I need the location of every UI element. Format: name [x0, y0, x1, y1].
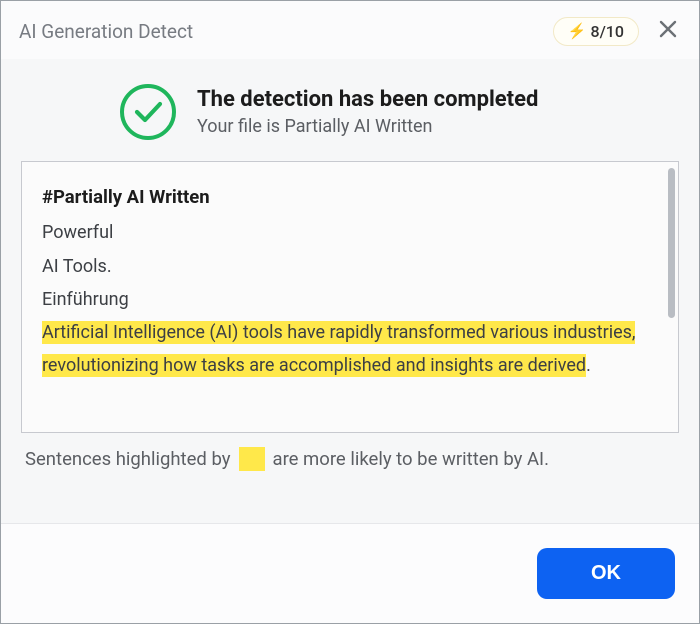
results-heading: #Partially AI Written	[42, 180, 658, 214]
highlighted-text: Artificial Intelligence (AI) tools have …	[42, 321, 635, 377]
ok-button[interactable]: OK	[537, 548, 675, 599]
highlight-swatch	[239, 447, 265, 471]
dialog-title: AI Generation Detect	[19, 20, 193, 43]
status-heading: The detection has been completed	[197, 87, 538, 112]
titlebar: AI Generation Detect ⚡ 8/10	[1, 1, 699, 59]
legend: Sentences highlighted by are more likely…	[21, 433, 679, 471]
dialog-content: The detection has been completed Your fi…	[1, 59, 699, 523]
credits-badge[interactable]: ⚡ 8/10	[553, 17, 639, 46]
results-period: .	[586, 355, 591, 376]
scrollbar-thumb[interactable]	[668, 168, 675, 318]
results-line: AI Tools.	[42, 250, 658, 283]
status-row: The detection has been completed Your fi…	[21, 77, 679, 161]
legend-after: are more likely to be written by AI.	[273, 448, 549, 470]
bolt-icon: ⚡	[568, 24, 587, 39]
dialog-footer: OK	[1, 523, 699, 623]
results-text: #Partially AI Written Powerful AI Tools.…	[42, 180, 658, 383]
results-panel: #Partially AI Written Powerful AI Tools.…	[21, 161, 679, 433]
check-circle-icon	[119, 83, 177, 141]
status-sub: Your file is Partially AI Written	[197, 116, 538, 137]
titlebar-right: ⚡ 8/10	[553, 15, 683, 47]
credits-count: 8/10	[590, 22, 624, 41]
results-line: Einführung	[42, 283, 658, 316]
ai-detect-dialog: AI Generation Detect ⚡ 8/10 The detectio…	[0, 0, 700, 624]
results-highlighted-line: Artificial Intelligence (AI) tools have …	[42, 316, 658, 383]
results-line: Powerful	[42, 216, 658, 249]
close-icon[interactable]	[653, 15, 683, 47]
legend-before: Sentences highlighted by	[25, 448, 231, 470]
status-text: The detection has been completed Your fi…	[197, 87, 538, 137]
